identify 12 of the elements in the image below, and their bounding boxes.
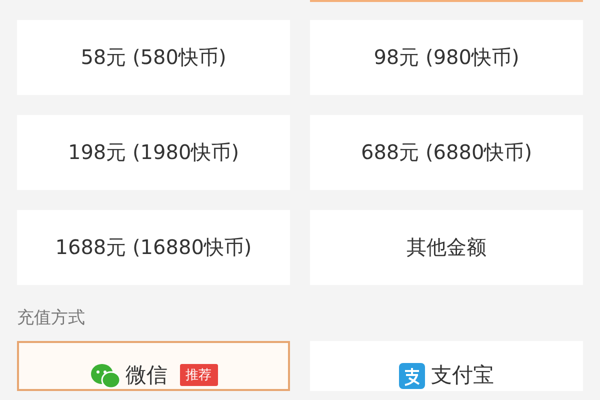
chat-bubbles-icon <box>90 363 120 389</box>
amount-option[interactable]: 1688元 (16880快币) <box>17 210 290 285</box>
payment-option[interactable]: 微信 推荐 <box>17 341 290 391</box>
payment-option[interactable]: 支付宝 <box>310 341 583 391</box>
amount-option[interactable]: 688元 (6880快币) <box>310 115 583 190</box>
payment-app-icon <box>399 363 425 389</box>
amount-option[interactable]: 其他金额 <box>310 210 583 285</box>
amount-option[interactable]: 58元 (580快币) <box>17 20 290 95</box>
amount-option[interactable]: 98元 (980快币) <box>310 20 583 95</box>
amount-option[interactable]: 198元 (1980快币) <box>17 115 290 190</box>
recommended-badge: 推荐 <box>180 364 218 386</box>
section-title: 充值方式 <box>17 307 85 329</box>
